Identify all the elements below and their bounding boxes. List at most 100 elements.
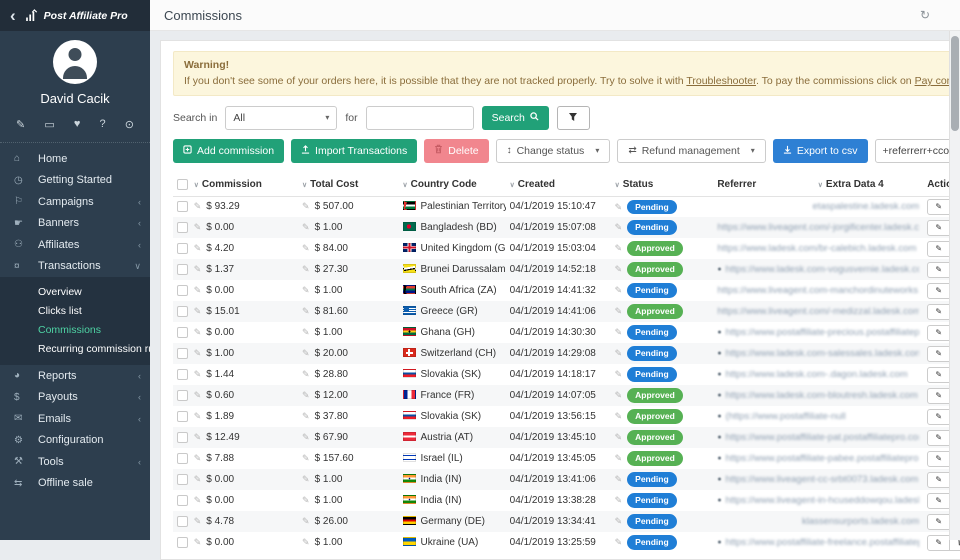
edit-inline-icon[interactable]: ✎ [194,516,202,526]
filter-button[interactable] [557,106,590,130]
edit-inline-icon[interactable]: ✎ [615,411,623,421]
sidebar-item-payouts[interactable]: $Payouts‹ [0,387,150,409]
edit-inline-icon[interactable]: ✎ [194,201,202,211]
row-checkbox[interactable] [177,306,188,317]
edit-inline-icon[interactable]: ✎ [194,390,202,400]
row-checkbox[interactable] [177,432,188,443]
edit-row-button[interactable]: ✎ [927,388,950,404]
edit-inline-icon[interactable]: ✎ [302,411,310,421]
sidebar-item-emails[interactable]: ✉Emails‹ [0,408,150,430]
sidebar-item-banners[interactable]: ☛Banners‹ [0,213,150,235]
row-checkbox[interactable] [177,285,188,296]
edit-inline-icon[interactable]: ✎ [302,432,310,442]
edit-inline-icon[interactable]: ✎ [194,453,202,463]
sidebar-item-campaigns[interactable]: ⚐Campaigns‹ [0,191,150,213]
edit-inline-icon[interactable]: ✎ [194,474,202,484]
edit-inline-icon[interactable]: ✎ [615,222,623,232]
edit-inline-icon[interactable]: ✎ [302,201,310,211]
edit-inline-icon[interactable]: ✎ [615,306,623,316]
scrollbar-track[interactable] [949,31,960,540]
refresh-icon[interactable]: ↻ [920,8,930,22]
delete-button[interactable]: Delete [424,139,488,163]
row-checkbox[interactable] [177,222,188,233]
avatar[interactable] [53,40,97,84]
column-header-total-cost[interactable]: ∨Total Cost [298,173,398,197]
row-checkbox[interactable] [177,327,188,338]
edit-inline-icon[interactable]: ✎ [302,285,310,295]
troubleshooter-link[interactable]: Troubleshooter [686,75,756,87]
edit-inline-icon[interactable]: ✎ [302,348,310,358]
edit-inline-icon[interactable]: ✎ [194,285,202,295]
edit-row-button[interactable]: ✎ [927,451,950,467]
edit-inline-icon[interactable]: ✎ [302,516,310,526]
column-header-extra-data-4[interactable]: ∨Extra Data 4 [814,173,923,197]
edit-inline-icon[interactable]: ✎ [194,243,202,253]
edit-inline-icon[interactable]: ✎ [615,537,623,547]
row-checkbox[interactable] [177,537,188,548]
edit-inline-icon[interactable]: ✎ [302,264,310,274]
row-checkbox[interactable] [177,264,188,275]
column-header-commission[interactable]: ∨Commission [190,173,298,197]
row-checkbox[interactable] [177,390,188,401]
edit-row-button[interactable]: ✎ [927,409,950,425]
edit-inline-icon[interactable]: ✎ [615,264,623,274]
scrollbar-thumb[interactable] [951,36,959,131]
row-checkbox[interactable] [177,411,188,422]
edit-inline-icon[interactable]: ✎ [615,285,623,295]
back-chevron-icon[interactable]: ‹ [10,7,16,24]
add-commission-button[interactable]: Add commission [173,139,284,163]
search-input[interactable] [366,106,474,130]
sidebar-subitem-commissions[interactable]: Commissions [0,321,150,340]
column-header-created[interactable]: ∨Created [506,173,611,197]
sidebar-subitem-overview[interactable]: Overview [0,283,150,302]
monitor-icon[interactable]: ▭ [44,118,54,131]
import-transactions-button[interactable]: Import Transactions [291,139,417,163]
sidebar-item-reports[interactable]: ◕Reports‹ [0,365,150,387]
edit-inline-icon[interactable]: ✎ [302,369,310,379]
edit-row-button[interactable]: ✎ [927,430,950,446]
edit-inline-icon[interactable]: ✎ [302,327,310,337]
change-status-button[interactable]: ↕ Change status ▾ [496,139,611,163]
row-checkbox[interactable] [177,453,188,464]
edit-row-button[interactable]: ✎ [927,241,950,257]
export-csv-button[interactable]: Export to csv [773,139,868,163]
edit-inline-icon[interactable]: ✎ [194,369,202,379]
sidebar-item-offline-sale[interactable]: ⇆Offline sale [0,473,150,495]
edit-inline-icon[interactable]: ✎ [615,243,623,253]
edit-inline-icon[interactable]: ✎ [615,390,623,400]
sidebar-subitem-clicks-list[interactable]: Clicks list [0,302,150,321]
edit-inline-icon[interactable]: ✎ [615,327,623,337]
row-checkbox[interactable] [177,516,188,527]
edit-inline-icon[interactable]: ✎ [194,222,202,232]
sidebar-item-tools[interactable]: ⚒Tools‹ [0,451,150,473]
select-all-checkbox[interactable] [177,179,188,190]
edit-inline-icon[interactable]: ✎ [194,306,202,316]
edit-inline-icon[interactable]: ✎ [302,453,310,463]
edit-row-button[interactable]: ✎ [927,304,950,320]
edit-row-button[interactable]: ✎ [927,535,950,551]
edit-inline-icon[interactable]: ✎ [302,537,310,547]
edit-inline-icon[interactable]: ✎ [194,537,202,547]
edit-inline-icon[interactable]: ✎ [615,432,623,442]
edit-inline-icon[interactable]: ✎ [194,495,202,505]
edit-inline-icon[interactable]: ✎ [194,348,202,358]
column-header-status[interactable]: ∨Status [611,173,714,197]
heart-icon[interactable]: ♥ [74,118,81,131]
row-checkbox[interactable] [177,369,188,380]
sidebar-item-home[interactable]: ⌂Home [0,148,150,170]
edit-inline-icon[interactable]: ✎ [615,495,623,505]
edit-inline-icon[interactable]: ✎ [302,306,310,316]
sidebar-item-affiliates[interactable]: ⚇Affiliates‹ [0,234,150,256]
edit-row-button[interactable]: ✎ [927,262,950,278]
edit-inline-icon[interactable]: ✎ [615,202,623,212]
power-icon[interactable]: ⊙ [125,118,134,131]
edit-inline-icon[interactable]: ✎ [194,432,202,442]
edit-inline-icon[interactable]: ✎ [615,474,623,484]
edit-inline-icon[interactable]: ✎ [302,390,310,400]
column-preset-select[interactable]: +referrerr+ccode ▾ [875,139,960,163]
sidebar-item-configuration[interactable]: ⚙Configuration [0,430,150,452]
edit-row-button[interactable]: ✎ [927,472,950,488]
sidebar-item-transactions[interactable]: ¤Transactions∨ [0,256,150,278]
edit-inline-icon[interactable]: ✎ [615,369,623,379]
row-checkbox[interactable] [177,243,188,254]
